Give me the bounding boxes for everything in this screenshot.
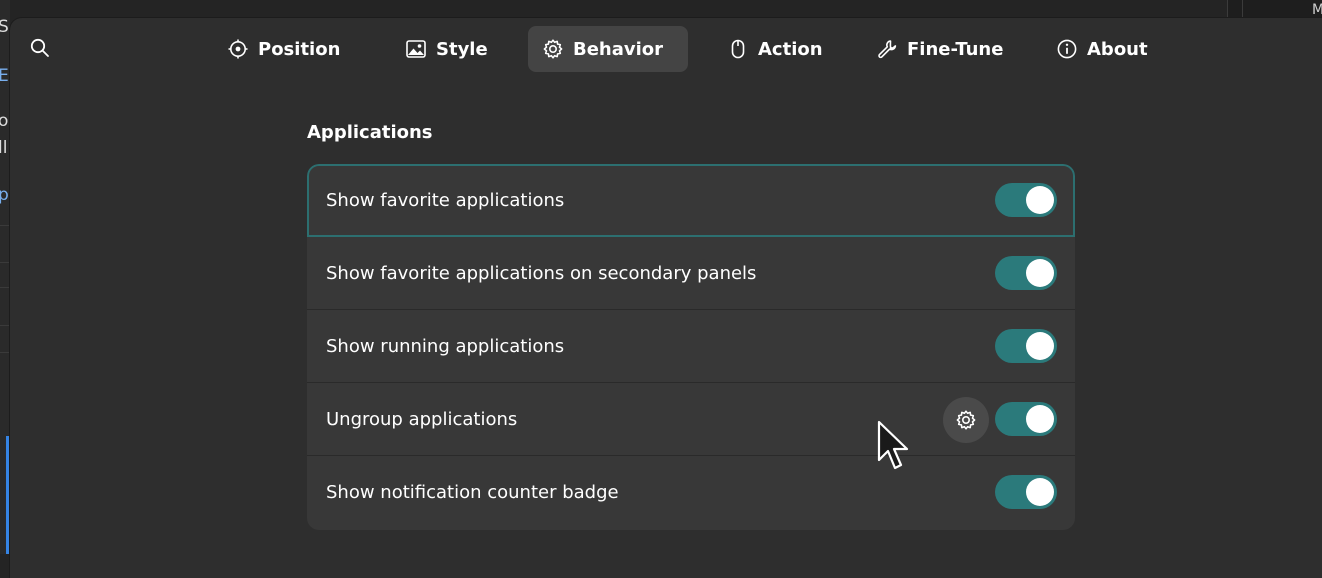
row-label: Show favorite applications on secondary … xyxy=(326,263,757,284)
tab-label: Action xyxy=(758,38,823,60)
tab-action[interactable]: Action xyxy=(713,26,837,72)
background-text: p xyxy=(0,185,9,205)
section-title: Applications xyxy=(307,122,433,143)
ungroup-apps-switch[interactable] xyxy=(995,402,1057,436)
preferences-window: Position Style Behavior Action Fine-Tune… xyxy=(10,18,1322,578)
tab-label: Position xyxy=(258,38,341,60)
list-item-ungroup-apps[interactable]: Ungroup applications xyxy=(307,383,1075,456)
gear-icon xyxy=(956,410,976,430)
mouse-pointer-icon xyxy=(877,420,909,470)
image-icon xyxy=(406,40,426,58)
applications-list: Show favorite applications Show favorite… xyxy=(307,164,1075,530)
background-text: os xyxy=(0,111,10,131)
switch-knob xyxy=(1026,478,1054,506)
list-item-notification-badge[interactable]: Show notification counter badge xyxy=(307,456,1075,529)
favorites-secondary-switch[interactable] xyxy=(995,256,1057,290)
info-icon xyxy=(1057,39,1077,59)
switch-knob xyxy=(1026,259,1054,287)
switch-knob xyxy=(1026,332,1054,360)
row-label: Ungroup applications xyxy=(326,409,518,430)
tab-label: Behavior xyxy=(573,38,664,60)
tab-label: Fine-Tune xyxy=(907,38,1004,60)
position-icon xyxy=(228,39,248,59)
background-text: E xyxy=(0,66,9,86)
tab-position[interactable]: Position xyxy=(213,26,354,72)
background-text: ll xyxy=(0,138,8,158)
switch-knob xyxy=(1026,405,1054,433)
background-text: Sh xyxy=(0,17,10,37)
tab-label: About xyxy=(1087,38,1148,60)
gear-icon xyxy=(543,39,563,59)
list-item-favorites-secondary[interactable]: Show favorite applications on secondary … xyxy=(307,237,1075,310)
tab-label: Style xyxy=(436,38,488,60)
tab-fine-tune[interactable]: Fine-Tune xyxy=(862,26,1017,72)
tab-behavior[interactable]: Behavior xyxy=(528,26,688,72)
background-window-left: Sh E os ll p xyxy=(0,0,10,554)
notification-badge-switch[interactable] xyxy=(995,475,1057,509)
mouse-icon xyxy=(731,39,745,59)
switch-knob xyxy=(1026,186,1054,214)
ungroup-settings-button[interactable] xyxy=(943,397,989,443)
tab-bar: Position Style Behavior Action Fine-Tune… xyxy=(10,26,1322,72)
tab-about[interactable]: About xyxy=(1042,26,1162,72)
show-favorites-switch[interactable] xyxy=(995,183,1057,217)
list-item-running-apps[interactable]: Show running applications xyxy=(307,310,1075,383)
row-label: Show favorite applications xyxy=(326,190,565,211)
background-text: M xyxy=(1312,2,1322,18)
row-label: Show running applications xyxy=(326,336,565,357)
running-apps-switch[interactable] xyxy=(995,329,1057,363)
tab-style[interactable]: Style xyxy=(391,26,502,72)
row-label: Show notification counter badge xyxy=(326,482,619,503)
background-window-right: M xyxy=(1227,0,1322,18)
tools-icon xyxy=(878,40,897,59)
list-item-show-favorites[interactable]: Show favorite applications xyxy=(307,164,1075,237)
